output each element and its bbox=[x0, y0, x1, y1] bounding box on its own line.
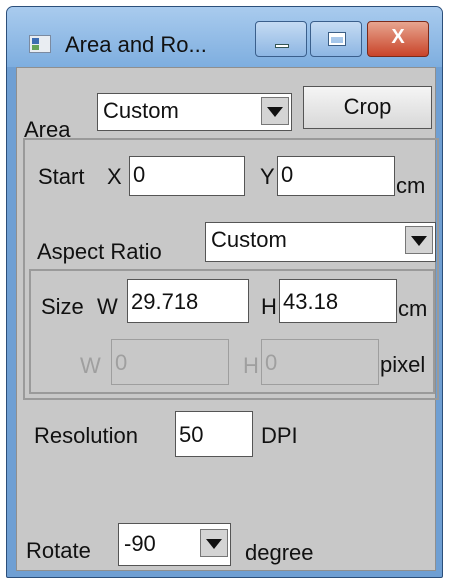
rotate-select[interactable]: -90 bbox=[118, 523, 231, 566]
size-h-field[interactable]: 43.18 bbox=[279, 279, 397, 323]
rotate-label: Rotate bbox=[26, 538, 91, 563]
rotate-select-value: -90 bbox=[124, 531, 156, 556]
start-unit: cm bbox=[396, 173, 426, 198]
pixel-unit: pixel bbox=[380, 352, 426, 377]
start-x-label: X bbox=[107, 164, 122, 189]
resolution-unit: DPI bbox=[261, 423, 298, 448]
pixel-h-label: H bbox=[243, 353, 259, 378]
area-and-rotate-window: Area and Ro... X Area Custom Crop Start … bbox=[6, 6, 443, 578]
minimize-icon bbox=[275, 44, 289, 48]
size-label: Size bbox=[41, 294, 84, 319]
close-icon: X bbox=[391, 26, 405, 48]
pixel-w-label: W bbox=[80, 353, 101, 378]
resolution-field[interactable]: 50 bbox=[175, 411, 253, 457]
minimize-button[interactable] bbox=[255, 21, 307, 57]
title-bar[interactable]: Area and Ro... X bbox=[7, 7, 442, 67]
chevron-down-icon[interactable] bbox=[405, 226, 433, 254]
aspect-ratio-select[interactable]: Custom bbox=[205, 222, 436, 262]
chevron-down-icon[interactable] bbox=[200, 529, 228, 557]
aspect-ratio-label: Aspect Ratio bbox=[37, 239, 162, 264]
aspect-ratio-value: Custom bbox=[211, 227, 287, 252]
area-select-value: Custom bbox=[103, 98, 179, 123]
pixel-h-field: 0 bbox=[261, 339, 379, 385]
rotate-unit: degree bbox=[245, 540, 314, 565]
close-button[interactable]: X bbox=[367, 21, 429, 57]
chevron-down-icon[interactable] bbox=[261, 97, 289, 125]
dialog-body: Area Custom Crop Start X 0 Y 0 cm Aspect… bbox=[16, 67, 439, 571]
start-x-field[interactable]: 0 bbox=[129, 156, 245, 196]
start-label: Start bbox=[38, 164, 85, 189]
size-unit: cm bbox=[398, 296, 428, 321]
start-y-label: Y bbox=[260, 164, 275, 189]
maximize-button[interactable] bbox=[310, 21, 362, 57]
resolution-label: Resolution bbox=[34, 423, 138, 448]
size-h-label: H bbox=[261, 294, 277, 319]
maximize-icon bbox=[328, 32, 346, 46]
app-icon bbox=[29, 35, 51, 53]
crop-button[interactable]: Crop bbox=[303, 86, 432, 129]
size-w-label: W bbox=[97, 294, 118, 319]
area-select[interactable]: Custom bbox=[97, 93, 292, 131]
size-w-field[interactable]: 29.718 bbox=[127, 279, 249, 323]
start-y-field[interactable]: 0 bbox=[277, 156, 395, 196]
pixel-w-field: 0 bbox=[111, 339, 229, 385]
window-title: Area and Ro... bbox=[65, 32, 207, 57]
